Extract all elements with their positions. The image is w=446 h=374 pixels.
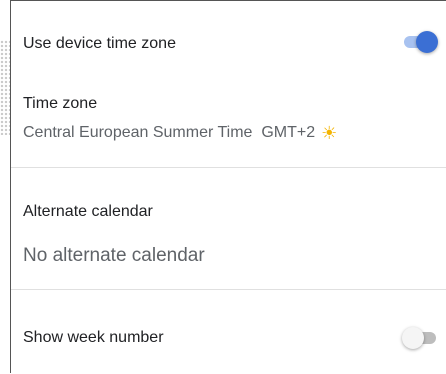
time-zone-value-line: Central European Summer Time GMT+2 ☀	[23, 123, 337, 143]
drag-handle-dots	[0, 40, 10, 135]
week-number-row[interactable]: Show week number	[23, 290, 446, 374]
week-number-label: Show week number	[23, 329, 164, 346]
alternate-calendar-row[interactable]: Alternate calendar No alternate calendar	[23, 168, 446, 288]
week-number-toggle[interactable]	[402, 327, 438, 349]
time-zone-row[interactable]: Time zone Central European Summer Time G…	[23, 81, 446, 166]
toggle-knob	[416, 31, 438, 53]
toggle-knob	[402, 327, 424, 349]
sun-icon: ☀	[321, 123, 338, 143]
alternate-calendar-value: No alternate calendar	[23, 245, 205, 266]
time-zone-value: Central European Summer Time GMT+2	[23, 124, 316, 141]
time-zone-label: Time zone	[23, 95, 98, 112]
device-time-zone-row[interactable]: Use device time zone	[23, 1, 446, 81]
settings-panel: Use device time zone Time zone Central E…	[10, 0, 446, 373]
alternate-calendar-label: Alternate calendar	[23, 203, 153, 220]
device-time-zone-toggle[interactable]	[402, 31, 438, 53]
device-time-zone-label: Use device time zone	[23, 35, 176, 52]
